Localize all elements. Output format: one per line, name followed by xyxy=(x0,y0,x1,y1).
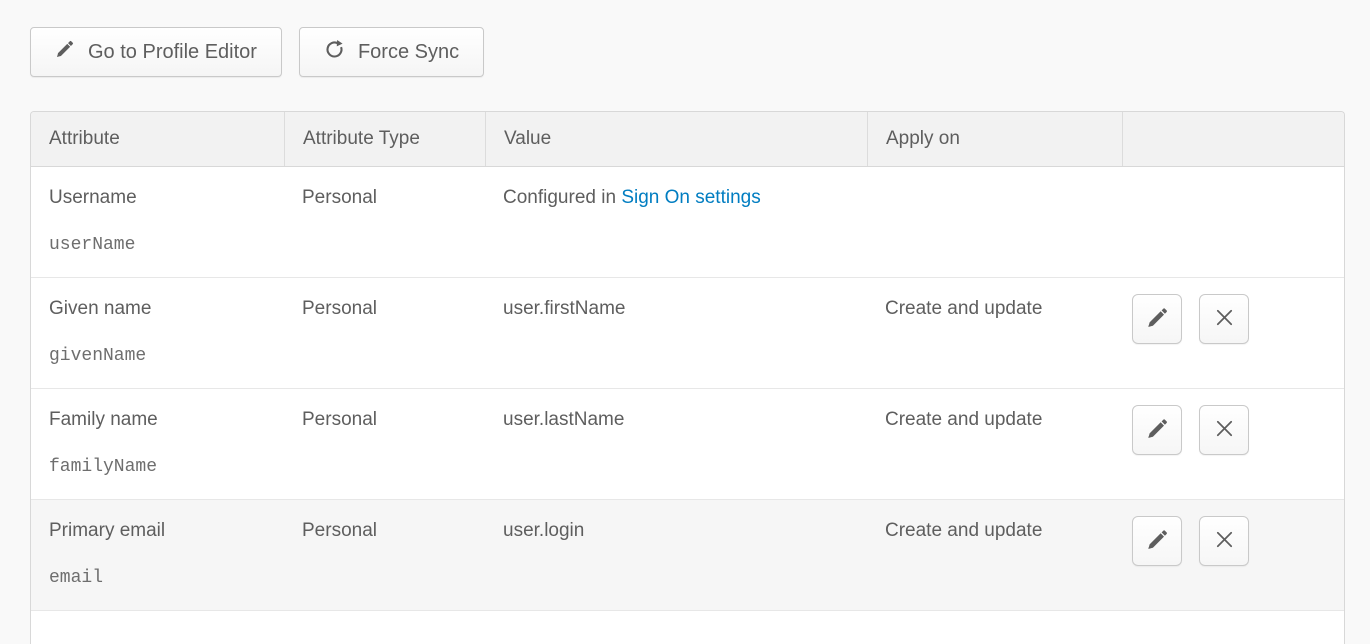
refresh-icon xyxy=(324,39,345,66)
table-row-given-name: Given name givenName Personal user.first… xyxy=(31,277,1344,388)
attribute-type-cell: Personal xyxy=(284,389,485,499)
actions-cell xyxy=(1122,167,1344,277)
attribute-variable: familyName xyxy=(49,455,272,479)
attribute-label: Family name xyxy=(49,408,272,432)
apply-on-cell: Create and update xyxy=(867,278,1122,388)
attribute-type-cell: Personal xyxy=(284,500,485,610)
table-row-family-name: Family name familyName Personal user.las… xyxy=(31,388,1344,499)
column-header-apply-on: Apply on xyxy=(867,112,1122,166)
apply-on-cell: Create and update xyxy=(867,389,1122,499)
pencil-icon xyxy=(55,39,75,65)
actions-cell xyxy=(1122,500,1344,610)
attribute-mappings-table: Attribute Attribute Type Value Apply on … xyxy=(30,111,1345,644)
value-cell: Configured in Sign On settings xyxy=(485,167,867,277)
attribute-label: Given name xyxy=(49,297,272,321)
attribute-type-cell: Personal xyxy=(284,278,485,388)
delete-attribute-button[interactable] xyxy=(1199,516,1249,566)
attribute-label: Primary email xyxy=(49,519,272,543)
x-icon xyxy=(1213,417,1236,443)
pencil-icon xyxy=(1145,417,1169,444)
actions-cell xyxy=(1122,278,1344,388)
pencil-icon xyxy=(1145,306,1169,333)
sign-on-settings-link[interactable]: Sign On settings xyxy=(621,187,760,208)
attribute-label: Username xyxy=(49,186,272,210)
attribute-cell: Given name givenName xyxy=(31,278,284,388)
go-to-profile-editor-button[interactable]: Go to Profile Editor xyxy=(30,27,282,77)
force-sync-button[interactable]: Force Sync xyxy=(299,27,484,77)
attribute-cell: Username userName xyxy=(31,167,284,277)
attribute-variable: email xyxy=(49,566,272,590)
value-cell: user.login xyxy=(485,500,867,610)
go-to-profile-editor-label: Go to Profile Editor xyxy=(88,41,257,64)
x-icon xyxy=(1213,306,1236,332)
attribute-type-cell: Personal xyxy=(284,167,485,277)
page: { "toolbar": { "buttons": [ { "label": "… xyxy=(0,0,1370,644)
value-cell: user.lastName xyxy=(485,389,867,499)
column-header-value: Value xyxy=(485,112,867,166)
edit-attribute-button[interactable] xyxy=(1132,516,1182,566)
delete-attribute-button[interactable] xyxy=(1199,405,1249,455)
value-cell: user.firstName xyxy=(485,278,867,388)
table-header-row: Attribute Attribute Type Value Apply on xyxy=(31,112,1344,166)
table-row-primary-email: Primary email email Personal user.login … xyxy=(31,499,1344,610)
delete-attribute-button[interactable] xyxy=(1199,294,1249,344)
force-sync-label: Force Sync xyxy=(358,41,459,64)
toolbar: Go to Profile Editor Force Sync xyxy=(0,0,1370,77)
apply-on-cell: Create and update xyxy=(867,500,1122,610)
attribute-cell: Primary email email xyxy=(31,500,284,610)
column-header-attribute: Attribute xyxy=(31,112,284,166)
actions-cell xyxy=(1122,389,1344,499)
apply-on-cell xyxy=(867,167,1122,277)
attribute-cell: Family name familyName xyxy=(31,389,284,499)
value-text: Configured in xyxy=(503,187,616,208)
edit-attribute-button[interactable] xyxy=(1132,294,1182,344)
x-icon xyxy=(1213,528,1236,554)
partial-table-row xyxy=(31,610,1344,644)
attribute-variable: givenName xyxy=(49,344,272,368)
column-header-attribute-type: Attribute Type xyxy=(284,112,485,166)
pencil-icon xyxy=(1145,528,1169,555)
table-row-username: Username userName Personal Configured in… xyxy=(31,166,1344,277)
attribute-variable: userName xyxy=(49,233,272,257)
column-header-actions xyxy=(1122,112,1344,166)
edit-attribute-button[interactable] xyxy=(1132,405,1182,455)
